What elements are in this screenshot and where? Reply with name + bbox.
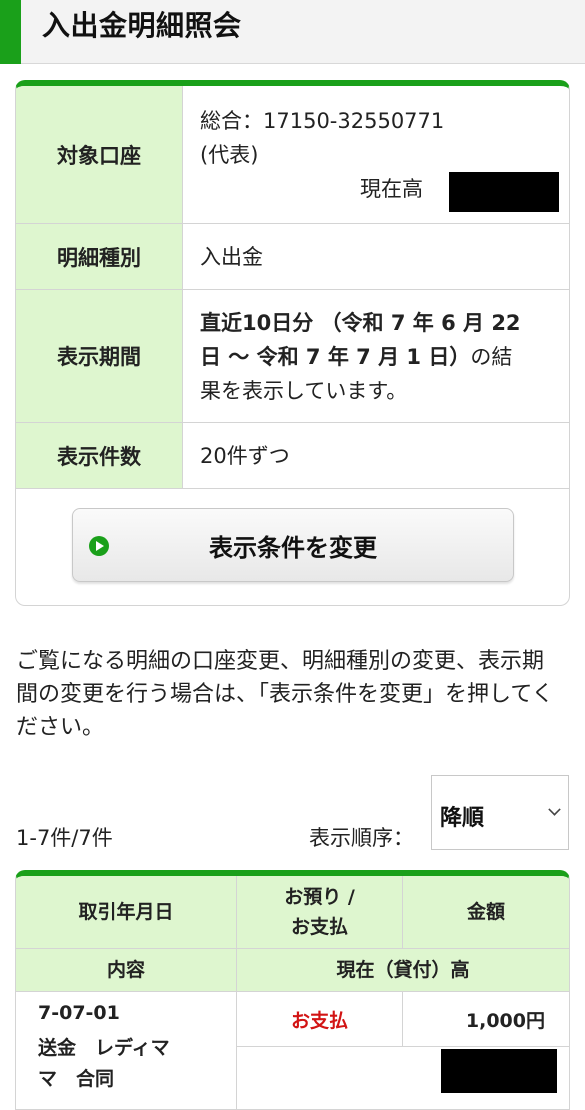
period-range-end: 日 ～ 令和 7 年 7 月 1 日）: [200, 345, 471, 369]
header-kind: お預り / お支払: [237, 876, 403, 949]
header-amount: 金額: [403, 876, 569, 949]
row-date: 7-07-01: [38, 1002, 120, 1024]
page-title: 入出金明細照会: [42, 9, 242, 42]
per-page-label: 表示件数: [16, 423, 183, 488]
sort-order-select[interactable]: 降順: [431, 775, 569, 850]
account-label: 対象口座: [16, 86, 183, 223]
row-date-content: 7-07-01 送金 レディマ マ 合同: [16, 992, 237, 1109]
page-header: 入出金明細照会: [0, 0, 585, 64]
period-value-line3: 果を表示しています。: [200, 379, 408, 403]
header-date: 取引年月日: [16, 876, 237, 949]
sort-order-label: 表示順序：: [309, 826, 414, 850]
change-conditions-button[interactable]: 表示条件を変更: [72, 508, 514, 582]
conditions-card: 対象口座 総合：17150-32550771 (代表) 現在高 明細種別 入出金…: [15, 80, 570, 606]
header-kind-line1: お預り /: [284, 886, 355, 908]
header-balance: 現在（貸付）高: [237, 949, 569, 992]
row-content-line2: マ 合同: [38, 1068, 115, 1090]
type-label: 明細種別: [16, 224, 183, 289]
header-kind-line2: お支払: [290, 916, 348, 938]
row-amount-cell: 1,000円: [403, 992, 569, 1047]
chevron-down-icon: [548, 803, 561, 816]
row-kind-cell: お支払: [237, 992, 403, 1047]
type-value: 入出金: [200, 245, 263, 269]
header-accent-bar: [0, 0, 21, 64]
account-number: 総合：17150-32550771: [200, 109, 445, 133]
sort-order-value: 降順: [440, 806, 485, 831]
condition-row-period: 表示期間 直近10日分 （令和 7 年 6 月 22 日 ～ 令和 7 年 7 …: [16, 290, 569, 423]
condition-row-per-page: 表示件数 20件ずつ: [16, 423, 569, 489]
condition-row-type: 明細種別 入出金: [16, 224, 569, 290]
header-content: 内容: [16, 949, 237, 992]
balance-label: 現在高: [360, 177, 423, 201]
row-balance-cell: [237, 1047, 569, 1109]
instruction-note: ご覧になる明細の口座変更、明細種別の変更、表示期間の変更を行う場合は、「表示条件…: [16, 649, 554, 740]
transactions-table: 取引年月日 お預り / お支払 金額 内容 現在（貸付）高 7-07-01 送金…: [15, 870, 570, 1110]
period-value-line1: 直近10日分 （令和 7 年 6 月 22: [200, 311, 521, 335]
result-count: 1-7件/7件: [16, 826, 113, 850]
period-label: 表示期間: [16, 290, 183, 422]
account-designation: (代表): [200, 143, 259, 167]
row-kind: お支払: [290, 1010, 348, 1032]
row-amount: 1,000円: [465, 1010, 545, 1032]
change-conditions-label: 表示条件を変更: [209, 533, 377, 562]
condition-row-account: 対象口座 総合：17150-32550771 (代表) 現在高: [16, 86, 569, 224]
per-page-value: 20件ずつ: [200, 444, 290, 468]
balance-redacted: [449, 172, 559, 212]
row-content-line1: 送金 レディマ: [38, 1037, 170, 1059]
period-value-line2: 日 ～ 令和 7 年 7 月 1 日）の結: [200, 340, 512, 374]
row-balance-redacted: [441, 1049, 557, 1093]
period-suffix: の結: [470, 345, 513, 369]
